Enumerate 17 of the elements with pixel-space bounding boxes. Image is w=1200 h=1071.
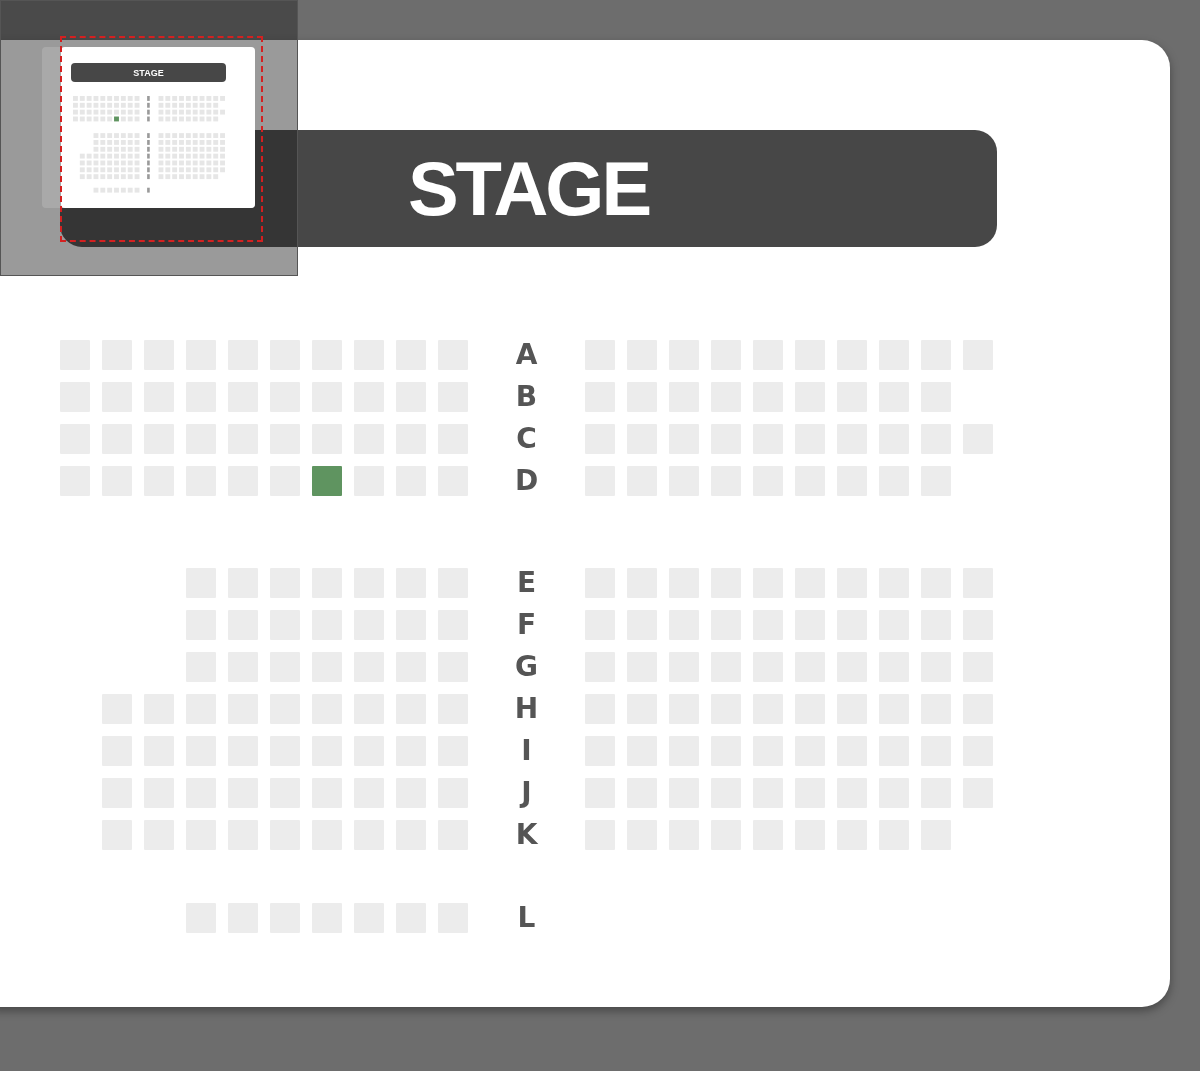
row-label: C — [515, 424, 538, 454]
row-label: J — [518, 778, 533, 808]
row-label: H — [513, 694, 540, 724]
row-label: K — [514, 820, 539, 850]
row-label: D — [513, 466, 540, 496]
minimap-stage-bar: STAGE — [71, 63, 226, 82]
seat[interactable] — [312, 466, 342, 496]
row-label: F — [515, 610, 538, 640]
minimap-panel[interactable]: STAGE — [0, 0, 298, 276]
row-label: L — [516, 903, 537, 933]
row-label: B — [514, 382, 539, 412]
row-label: I — [520, 736, 533, 766]
minimap-viewport-frame[interactable] — [60, 36, 263, 242]
row-label: A — [514, 340, 539, 370]
row-label: E — [515, 568, 538, 598]
stage-label: STAGE — [407, 145, 650, 232]
row-label: G — [514, 652, 539, 682]
